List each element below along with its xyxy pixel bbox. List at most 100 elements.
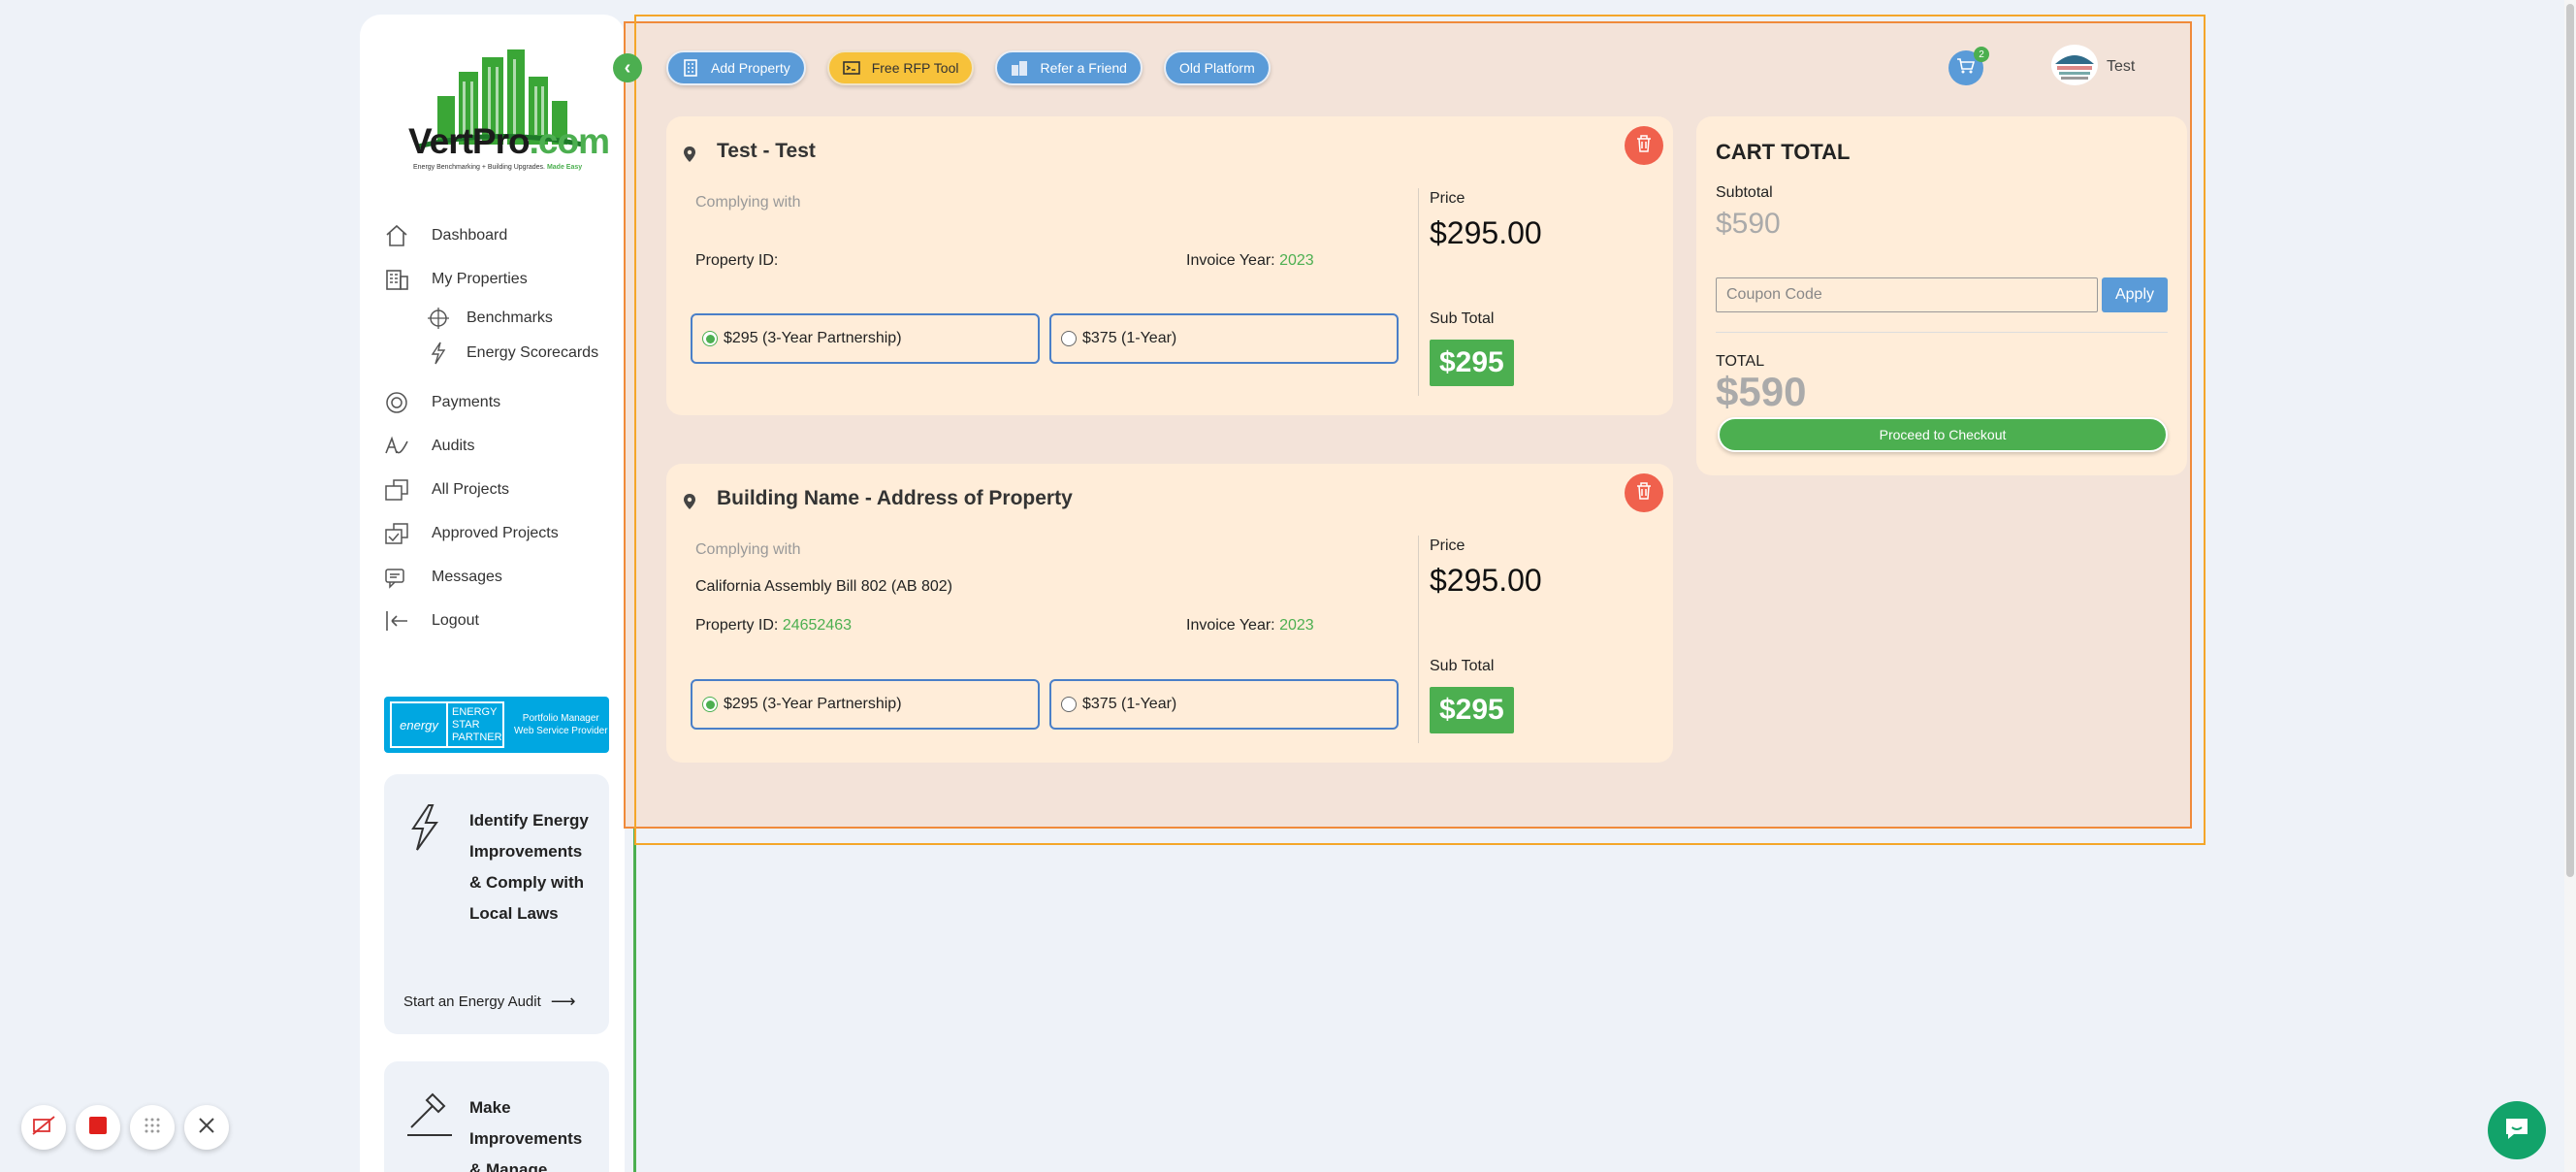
energy-star-caption: Portfolio Manager Web Service Provider bbox=[504, 712, 608, 737]
sidebar-item-energy-scorecards[interactable]: Energy Scorecards bbox=[383, 336, 626, 371]
property-id: Property ID: bbox=[695, 252, 778, 270]
plan-option-label: $375 (1-Year) bbox=[1082, 696, 1177, 712]
plan-option-label: $295 (3-Year Partnership) bbox=[724, 330, 902, 346]
user-name[interactable]: Test bbox=[2107, 58, 2135, 76]
energy-star-line2: STAR bbox=[452, 718, 480, 731]
trash-icon bbox=[1635, 134, 1653, 158]
price-value: $295.00 bbox=[1430, 215, 1542, 250]
sidebar-item-label: Audits bbox=[432, 437, 475, 454]
map-pin-icon bbox=[683, 493, 696, 510]
grid-button[interactable] bbox=[130, 1105, 175, 1150]
price-label: Price bbox=[1430, 537, 1465, 554]
free-rfp-tool-button[interactable]: Free RFP Tool bbox=[826, 50, 975, 85]
energy-star-line1: ENERGY bbox=[452, 705, 498, 718]
sidebar-item-label: Logout bbox=[432, 611, 479, 629]
sidebar-item-approved-projects[interactable]: Approved Projects bbox=[383, 511, 626, 555]
subtotal-value: $295 bbox=[1430, 340, 1514, 386]
chevron-left-icon: ‹ bbox=[624, 56, 631, 79]
collapse-sidebar-button[interactable]: ‹ bbox=[613, 53, 642, 82]
invoice-year-value: 2023 bbox=[1279, 252, 1314, 269]
scrollbar-thumb[interactable] bbox=[2566, 4, 2574, 877]
add-property-button[interactable]: Add Property bbox=[666, 50, 806, 85]
start-energy-audit-link[interactable]: Start an Energy Audit ⟶ bbox=[403, 992, 576, 1012]
energy-star-badge[interactable]: energy ENERGY STAR PARTNER Portfolio Man… bbox=[384, 697, 609, 753]
stop-recording-button[interactable] bbox=[76, 1105, 120, 1150]
sidebar-item-audits[interactable]: Audits bbox=[383, 424, 626, 468]
sidebar-nav: Dashboard My Properties Benchmarks Energ… bbox=[383, 213, 626, 642]
proceed-to-checkout-button[interactable]: Proceed to Checkout bbox=[1718, 417, 2168, 452]
logout-icon bbox=[383, 607, 410, 635]
chat-button[interactable] bbox=[2488, 1101, 2546, 1159]
sidebar-item-label: Benchmarks bbox=[467, 309, 553, 326]
coupon-code-input[interactable] bbox=[1716, 277, 2098, 312]
add-property-label: Add Property bbox=[711, 60, 790, 76]
energy-star-mark: energy bbox=[392, 703, 448, 746]
radio-unselected[interactable] bbox=[1061, 331, 1077, 346]
invoice-year-value: 2023 bbox=[1279, 617, 1314, 634]
sidebar-item-my-properties[interactable]: My Properties bbox=[383, 257, 626, 301]
cart-subtotal-value: $590 bbox=[1716, 208, 1781, 240]
close-button[interactable] bbox=[184, 1105, 229, 1150]
building-icon bbox=[682, 59, 699, 77]
camera-off-icon bbox=[32, 1115, 55, 1140]
radio-selected[interactable] bbox=[702, 697, 718, 712]
apply-coupon-button[interactable]: Apply bbox=[2102, 277, 2168, 312]
approved-icon bbox=[383, 520, 410, 547]
sidebar-item-all-projects[interactable]: All Projects bbox=[383, 468, 626, 511]
plan-option-3-year[interactable]: $295 (3-Year Partnership) bbox=[691, 313, 1040, 364]
price-label: Price bbox=[1430, 190, 1465, 207]
property-id-label: Property ID: bbox=[695, 617, 779, 634]
plan-option-label: $295 (3-Year Partnership) bbox=[724, 696, 902, 712]
lightning-bolt-icon bbox=[405, 803, 444, 851]
complying-value: California Assembly Bill 802 (AB 802) bbox=[695, 578, 953, 595]
complying-label: Complying with bbox=[695, 541, 801, 558]
avatar[interactable] bbox=[2051, 45, 2098, 85]
lightning-icon bbox=[426, 341, 451, 366]
divider bbox=[1418, 536, 1419, 743]
audits-icon bbox=[383, 433, 410, 460]
price-value: $295.00 bbox=[1430, 563, 1542, 598]
cart-icon bbox=[1956, 56, 1976, 81]
radio-selected[interactable] bbox=[702, 331, 718, 346]
refer-a-friend-button[interactable]: Refer a Friend bbox=[995, 50, 1143, 85]
sidebar-item-logout[interactable]: Logout bbox=[383, 599, 626, 642]
chat-bubble-icon bbox=[2502, 1114, 2531, 1148]
invoice-year: Invoice Year: 2023 bbox=[1186, 617, 1314, 635]
plan-option-3-year[interactable]: $295 (3-Year Partnership) bbox=[691, 679, 1040, 730]
sidebar-item-label: Messages bbox=[432, 568, 502, 585]
hammer-icon bbox=[405, 1091, 452, 1136]
sidebar-item-label: Payments bbox=[432, 393, 501, 410]
sidebar-item-payments[interactable]: Payments bbox=[383, 380, 626, 424]
sidebar-item-dashboard[interactable]: Dashboard bbox=[383, 213, 626, 257]
cart-total-panel: CART TOTAL Subtotal $590 Apply TOTAL $59… bbox=[1696, 116, 2187, 475]
logo-wordmark: VertPro.com bbox=[408, 121, 610, 161]
promo-title: Identify Energy Improvements & Comply wi… bbox=[469, 811, 589, 923]
refer-a-friend-label: Refer a Friend bbox=[1040, 60, 1127, 76]
sidebar-item-messages[interactable]: Messages bbox=[383, 555, 626, 599]
radio-unselected[interactable] bbox=[1061, 697, 1077, 712]
cart-title: CART TOTAL bbox=[1716, 140, 1851, 164]
delete-property-button[interactable] bbox=[1625, 126, 1663, 165]
sidebar-item-label: Dashboard bbox=[432, 226, 508, 244]
property-title: Building Name - Address of Property bbox=[717, 487, 1073, 509]
energy-star-line3: PARTNER bbox=[452, 731, 502, 743]
plan-option-1-year[interactable]: $375 (1-Year) bbox=[1049, 679, 1399, 730]
crosshair-icon bbox=[426, 306, 451, 331]
property-card: Test - Test Complying with Property ID: … bbox=[666, 116, 1673, 415]
divider bbox=[1716, 332, 2168, 333]
logo-tagline: Energy Benchmarking + Building Upgrades.… bbox=[413, 164, 583, 171]
top-toolbar: Add Property Free RFP Tool Refer a Frien… bbox=[666, 50, 1271, 85]
plan-option-1-year[interactable]: $375 (1-Year) bbox=[1049, 313, 1399, 364]
promo-link-label: Start an Energy Audit bbox=[403, 993, 541, 1010]
camera-off-button[interactable] bbox=[21, 1105, 66, 1150]
energy-star-logo: energy ENERGY STAR PARTNER bbox=[390, 701, 504, 748]
promo-manage-projects: Make Improvements & Manage Projects bbox=[384, 1061, 609, 1172]
messages-icon bbox=[383, 564, 410, 591]
home-icon bbox=[383, 222, 410, 249]
delete-property-button[interactable] bbox=[1625, 473, 1663, 512]
invoice-year: Invoice Year: 2023 bbox=[1186, 252, 1314, 270]
sidebar-item-benchmarks[interactable]: Benchmarks bbox=[383, 301, 626, 336]
old-platform-button[interactable]: Old Platform bbox=[1163, 50, 1271, 85]
property-id-label: Property ID: bbox=[695, 252, 779, 269]
property-id: Property ID: 24652463 bbox=[695, 617, 852, 635]
